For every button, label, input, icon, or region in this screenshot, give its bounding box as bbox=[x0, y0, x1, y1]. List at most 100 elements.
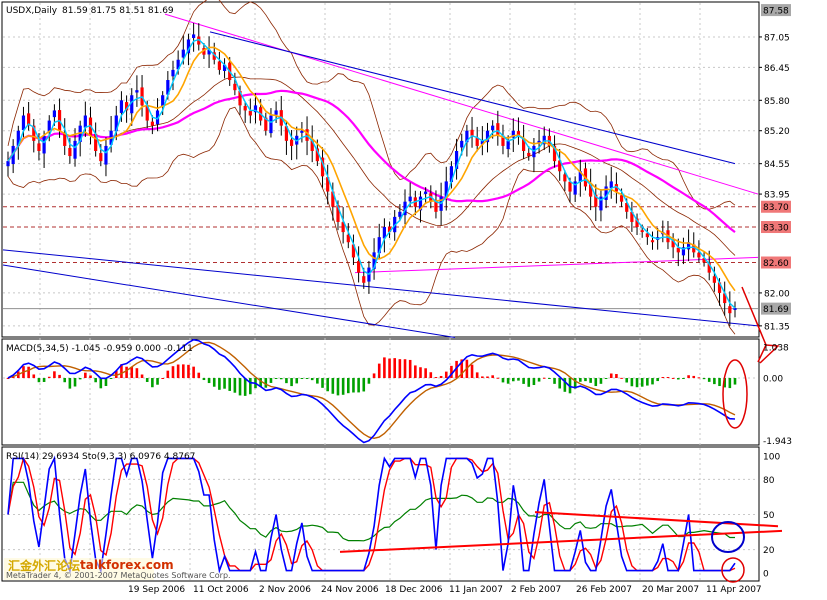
candle-body bbox=[496, 123, 500, 136]
symbol-label: USDX,Daily bbox=[6, 6, 58, 16]
macd-histogram-bar bbox=[377, 363, 381, 379]
macd-histogram-bar bbox=[403, 359, 407, 379]
macd-histogram-bar bbox=[32, 374, 36, 379]
macd-histogram-bar bbox=[419, 367, 422, 379]
macd-histogram-bar bbox=[687, 375, 690, 379]
macd-histogram-bar bbox=[290, 378, 293, 387]
macd-histogram-bar bbox=[156, 378, 159, 385]
watermark-site: talkforex.com bbox=[80, 558, 174, 572]
macd-histogram-bar bbox=[207, 378, 211, 384]
macd-histogram-bar bbox=[388, 358, 391, 379]
macd-histogram-bar bbox=[496, 377, 500, 379]
rsi-tick-label: 0 bbox=[763, 569, 769, 579]
chart-canvas: 87.58 87.05 86.45 85.80 85.20 84.55 83.95 83.70… bbox=[0, 0, 827, 600]
macd-histogram-bar bbox=[135, 368, 139, 379]
macd-histogram-bar bbox=[398, 359, 402, 379]
candle-body bbox=[233, 83, 237, 91]
macd-histogram-bar bbox=[532, 378, 536, 386]
macd-histogram-bar bbox=[481, 376, 484, 379]
rsi-tick-label: 50 bbox=[763, 511, 775, 521]
price-tick-label: 82.60 bbox=[763, 259, 789, 269]
macd-histogram-bar bbox=[646, 378, 649, 386]
macd-histogram-bar bbox=[470, 364, 474, 379]
macd-histogram-bar bbox=[594, 378, 598, 387]
macd-histogram-bar bbox=[682, 378, 685, 380]
macd-histogram-bar bbox=[27, 366, 30, 379]
rsi-tick-label: 20 bbox=[763, 546, 775, 556]
candle-body bbox=[217, 61, 221, 70]
macd-histogram-bar bbox=[372, 373, 376, 379]
macd-label: MACD(5,34,5) -1.045 -0.959 0.000 -0.111 bbox=[6, 344, 193, 354]
candle-body bbox=[506, 140, 510, 150]
rsi-label: RSI(14) 29.6934 Sto(9,3,3) 6.0976 4.8767 bbox=[6, 452, 195, 462]
macd-histogram-bar bbox=[367, 378, 371, 384]
macd-histogram-bar bbox=[661, 377, 665, 379]
macd-histogram-bar bbox=[212, 378, 216, 387]
macd-histogram-bar bbox=[656, 378, 659, 382]
macd-histogram-bar bbox=[408, 359, 412, 379]
macd-histogram-bar bbox=[357, 378, 360, 393]
price-tick-label: 81.35 bbox=[764, 322, 790, 332]
macd-histogram-bar bbox=[63, 378, 67, 383]
price-tick-label: 87.58 bbox=[763, 7, 789, 17]
candle-body bbox=[119, 100, 124, 113]
macd-histogram-bar bbox=[285, 378, 288, 384]
price-tick-label: 83.30 bbox=[763, 224, 789, 234]
date-tick-label: 11 Jan 2007 bbox=[449, 585, 503, 595]
macd-histogram-bar bbox=[130, 366, 134, 379]
macd-histogram-bar bbox=[352, 378, 355, 393]
macd-histogram-bar bbox=[383, 357, 386, 379]
macd-histogram-bar bbox=[73, 378, 77, 387]
date-tick-label: 20 Mar 2007 bbox=[642, 585, 699, 595]
macd-histogram-bar bbox=[99, 378, 103, 389]
candle-body bbox=[733, 308, 737, 310]
macd-histogram-bar bbox=[300, 378, 304, 380]
price-tick-label: 87.05 bbox=[764, 33, 790, 43]
macd-histogram-bar bbox=[635, 378, 639, 388]
price-tick-label: 84.55 bbox=[764, 160, 790, 170]
macd-histogram-bar bbox=[321, 378, 324, 388]
date-tick-label: 24 Nov 2006 bbox=[321, 585, 379, 595]
macd-histogram-bar bbox=[166, 370, 170, 379]
macd-histogram-bar bbox=[728, 378, 732, 389]
candle-body bbox=[357, 261, 361, 273]
macd-histogram-bar bbox=[197, 372, 201, 379]
macd-histogram-bar bbox=[89, 375, 92, 379]
macd-histogram-bar bbox=[341, 378, 345, 395]
macd-histogram-bar bbox=[501, 378, 505, 383]
candle-body bbox=[104, 145, 108, 165]
macd-histogram-bar bbox=[161, 378, 164, 380]
candle-body bbox=[83, 115, 87, 128]
macd-histogram-bar bbox=[182, 364, 185, 379]
candle-body bbox=[21, 115, 26, 131]
ohlc-label: 81.59 81.75 81.51 81.69 bbox=[62, 6, 174, 16]
date-tick-label: 26 Feb 2007 bbox=[576, 585, 632, 595]
macd-histogram-bar bbox=[336, 378, 340, 396]
macd-histogram-bar bbox=[176, 364, 180, 379]
candle-body bbox=[6, 161, 10, 167]
candle-body bbox=[568, 181, 572, 192]
candle-body bbox=[650, 240, 655, 243]
macd-histogram-bar bbox=[697, 377, 701, 379]
candle-body bbox=[408, 196, 412, 202]
macd-histogram-bar bbox=[615, 374, 618, 379]
macd-histogram-bar bbox=[424, 368, 427, 379]
candle-body bbox=[460, 140, 464, 148]
macd-histogram-bar bbox=[223, 378, 226, 389]
macd-histogram-bar bbox=[238, 378, 242, 396]
macd-histogram-bar bbox=[439, 375, 443, 379]
macd-panel bbox=[1, 338, 760, 446]
macd-histogram-bar bbox=[274, 378, 278, 380]
macd-histogram-bar bbox=[702, 378, 706, 380]
macd-histogram-bar bbox=[604, 378, 608, 380]
macd-tick-label: -1.943 bbox=[763, 437, 792, 447]
candle-body bbox=[73, 140, 77, 159]
macd-histogram-bar bbox=[733, 378, 737, 385]
macd-histogram-bar bbox=[346, 378, 350, 394]
candle-body bbox=[192, 34, 196, 38]
candle-body bbox=[470, 129, 474, 136]
macd-histogram-bar bbox=[47, 376, 51, 379]
price-tick-label: 81.69 bbox=[763, 305, 789, 315]
candle-body bbox=[712, 276, 716, 283]
watermark-copyright: MetaTrader 4, © 2001-2007 MetaQuotes Sof… bbox=[6, 571, 231, 580]
